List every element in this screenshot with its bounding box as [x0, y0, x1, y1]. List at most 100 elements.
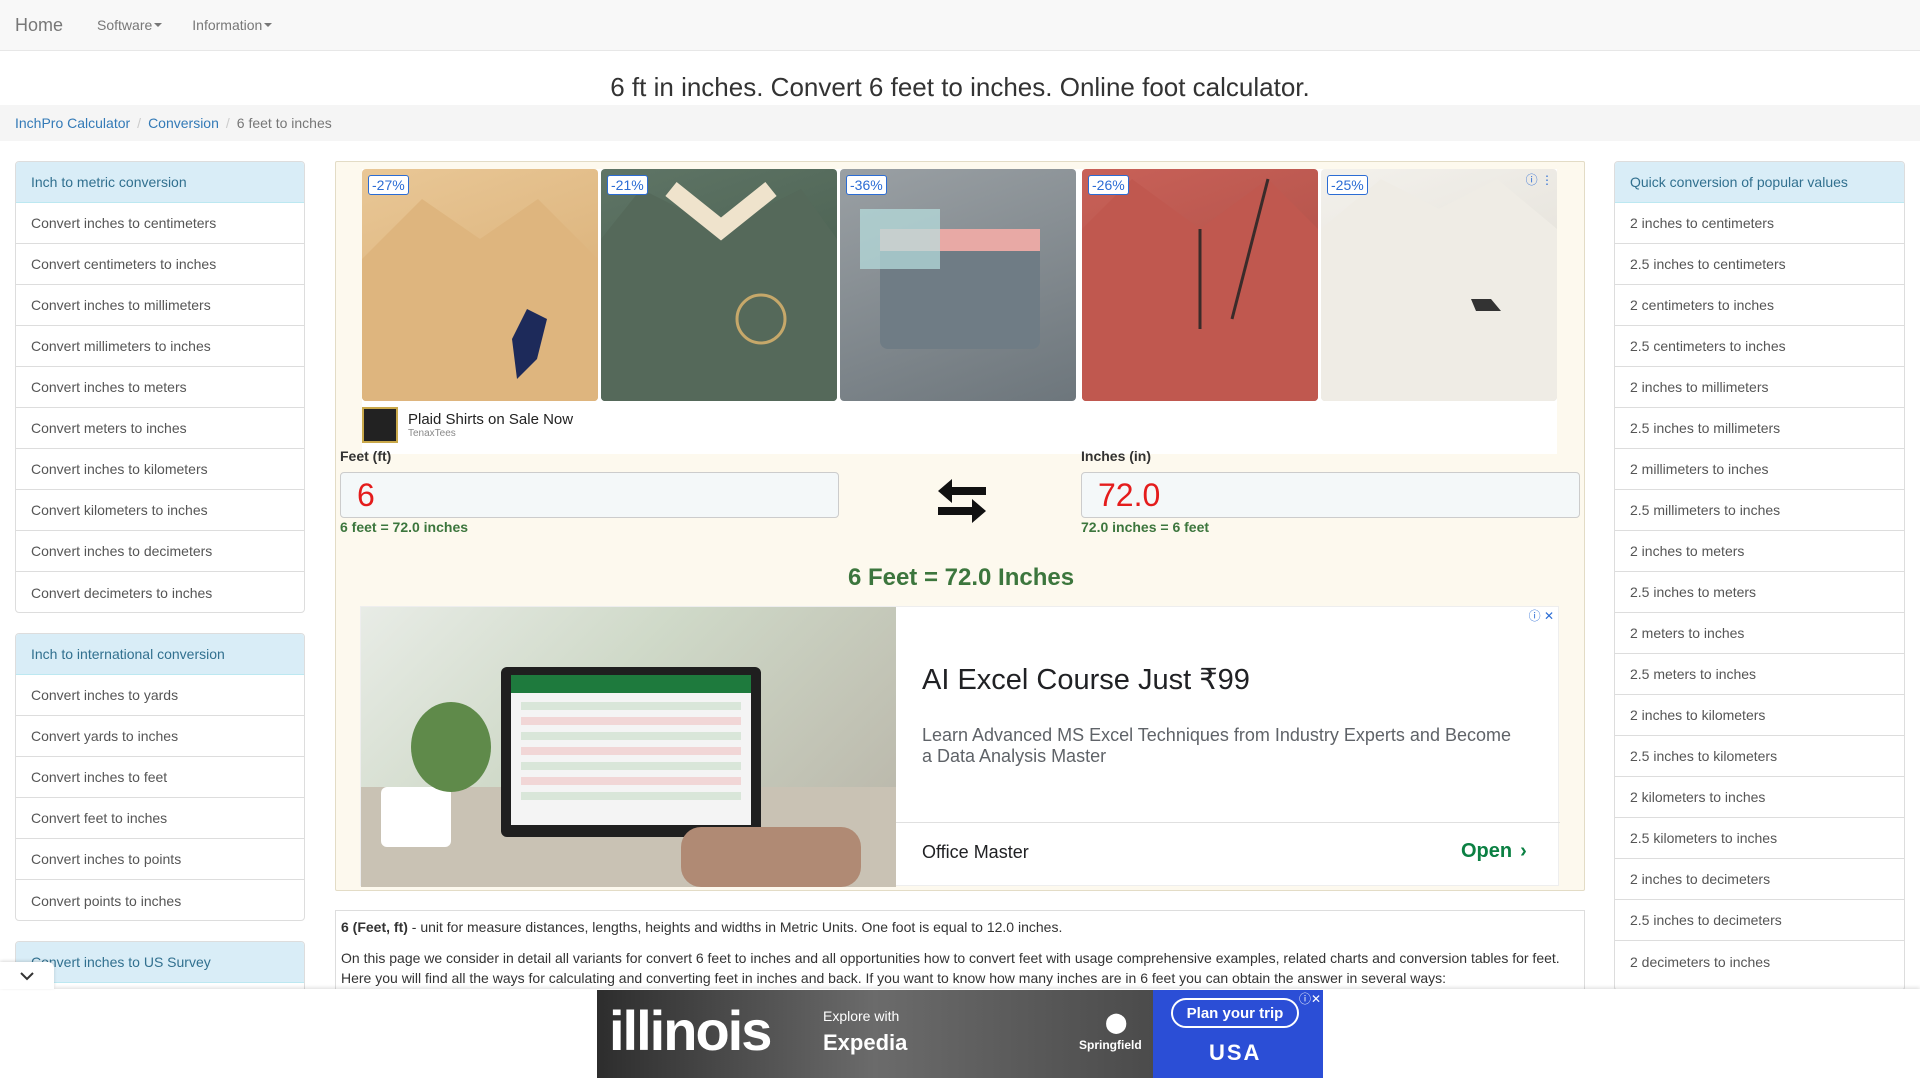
open-button[interactable]: Open › [1461, 840, 1527, 863]
list-item[interactable]: 2 centimeters to inches [1615, 285, 1904, 326]
list-item[interactable]: 2.5 inches to meters [1615, 572, 1904, 613]
breadcrumb: InchPro Calculator / Conversion / 6 feet… [0, 105, 1920, 141]
excel-course-ad[interactable]: AI Excel Course Just ₹99 Learn Advanced … [360, 606, 1560, 887]
metric-conversion-panel: Inch to metric conversion Convert inches… [15, 161, 305, 613]
chevron-down-icon [20, 971, 34, 980]
list-item[interactable]: 2 inches to millimeters [1615, 367, 1904, 408]
description-paragraph: On this page we consider in detail all v… [341, 950, 1560, 986]
popular-values-panel: Quick conversion of popular values 2 inc… [1614, 161, 1905, 991]
list-item[interactable]: 2 meters to inches [1615, 613, 1904, 654]
illinois-ad[interactable]: illinois Explore with Expedia Springfiel… [597, 990, 1323, 1078]
discount-badge: -25% [1327, 175, 1368, 195]
list-item[interactable]: Convert inches to decimeters [16, 531, 304, 572]
ad-footer[interactable]: Plaid Shirts on Sale Now TenaxTees [362, 405, 962, 445]
list-item[interactable]: Convert meters to inches [16, 408, 304, 449]
open-button-label: Open [1461, 840, 1513, 862]
product-image[interactable]: -25% [1321, 169, 1557, 401]
ad-title[interactable]: Plaid Shirts on Sale Now [408, 411, 573, 428]
product-ad[interactable]: -27% -21% -36% -26% -25% ⓘ ⋮ Plaid Shirt… [362, 169, 1557, 454]
breadcrumb-separator: / [137, 115, 142, 131]
feet-input[interactable]: 6 [340, 472, 839, 518]
location-pin-icon: ⬤ [1105, 1012, 1128, 1034]
tshirt-image [1321, 179, 1557, 401]
list-item[interactable]: 2.5 meters to inches [1615, 654, 1904, 695]
list-item[interactable]: 2.5 millimeters to inches [1615, 490, 1904, 531]
caret-down-icon [154, 23, 163, 27]
inches-label: Inches (in) [1081, 448, 1152, 464]
advertiser-logo [362, 407, 398, 443]
description-term: 6 (Feet, ft) [341, 919, 408, 935]
list-item[interactable]: Convert points to inches [16, 880, 304, 920]
swap-icon[interactable] [934, 475, 990, 527]
converter-box: -27% -21% -36% -26% -25% ⓘ ⋮ Plaid Shirt… [335, 161, 1585, 891]
list-item[interactable]: 2 millimeters to inches [1615, 449, 1904, 490]
list-item[interactable]: Convert inches to feet [16, 757, 304, 798]
software-menu[interactable]: Software [97, 17, 163, 33]
product-image[interactable]: -26% [1082, 169, 1318, 401]
list-item[interactable]: 2.5 centimeters to inches [1615, 326, 1904, 367]
list-item[interactable]: 2 inches to decimeters [1615, 859, 1904, 900]
list-item[interactable]: 2.5 inches to millimeters [1615, 408, 1904, 449]
navbar: Home Software Information [0, 0, 1920, 51]
inches-input[interactable]: 72.0 [1081, 472, 1580, 518]
illinois-logo: illinois [609, 999, 772, 1062]
list-item[interactable]: Convert kilometers to inches [16, 490, 304, 531]
list-item[interactable]: Convert centimeters to inches [16, 244, 304, 285]
divider [896, 822, 1560, 823]
list-item[interactable]: 2 inches to meters [1615, 531, 1904, 572]
panel-heading: Quick conversion of popular values [1615, 162, 1904, 203]
ad-footer-text: Plaid Shirts on Sale Now TenaxTees [408, 411, 573, 439]
chevron-right-icon: › [1520, 840, 1527, 862]
list-item[interactable]: Convert inches to yards [16, 675, 304, 716]
ad-left: illinois Explore with Expedia Springfiel… [597, 990, 1153, 1078]
discount-badge: -27% [368, 175, 409, 195]
list-item[interactable]: Convert feet to inches [16, 798, 304, 839]
list-item[interactable]: 2 inches to centimeters [1615, 203, 1904, 244]
list-item[interactable]: Convert inches to meters [16, 367, 304, 408]
list-item[interactable]: 2.5 inches to decimeters [1615, 900, 1904, 941]
international-conversion-panel: Inch to international conversion Convert… [15, 633, 305, 921]
list-item[interactable]: Convert millimeters to inches [16, 326, 304, 367]
discount-badge: -21% [607, 175, 648, 195]
list-item[interactable]: Convert inches to centimeters [16, 203, 304, 244]
discount-badge: -26% [1088, 175, 1129, 195]
information-menu[interactable]: Information [192, 17, 273, 33]
product-image[interactable]: -27% [362, 169, 598, 401]
list-item[interactable]: 2 inches to kilometers [1615, 695, 1904, 736]
home-link[interactable]: Home [15, 15, 63, 36]
list-item[interactable]: Convert decimeters to inches [16, 572, 304, 612]
collapse-ad-button[interactable] [0, 962, 54, 989]
information-menu-label: Information [192, 17, 263, 33]
ad-brand: Office Master [922, 842, 1029, 862]
description-paragraph: 6 (Feet, ft) - unit for measure distance… [341, 917, 1579, 937]
ad-info-icon[interactable]: ⓘ ⋮ [1526, 171, 1553, 188]
plan-trip-button[interactable]: Plan your trip [1171, 998, 1299, 1028]
expedia-logo: Expedia [823, 1030, 908, 1055]
breadcrumb-current: 6 feet to inches [236, 115, 332, 131]
underwear-image [860, 209, 1040, 349]
list-item[interactable]: 2.5 inches to kilometers [1615, 736, 1904, 777]
list-item[interactable]: 2 decimeters to inches [1615, 941, 1904, 982]
list-item[interactable]: Convert inches to millimeters [16, 285, 304, 326]
list-item[interactable]: Convert inches to kilometers [16, 449, 304, 490]
ad-close-icon[interactable]: ⓘ✕ [1298, 990, 1321, 1007]
list-item[interactable]: 2.5 kilometers to inches [1615, 818, 1904, 859]
product-image[interactable]: -36% [840, 169, 1076, 401]
breadcrumb-conversion[interactable]: Conversion [148, 115, 219, 131]
breadcrumb-home[interactable]: InchPro Calculator [15, 115, 130, 131]
ad-close-icon[interactable]: ⓘ ✕ [1529, 607, 1554, 624]
list-item[interactable]: 2 kilometers to inches [1615, 777, 1904, 818]
polo-shirt-image [362, 199, 598, 401]
ad-headline[interactable]: AI Excel Course Just ₹99 [922, 662, 1250, 697]
discount-badge: -36% [846, 175, 887, 195]
panel-heading: Convert inches to US Survey [16, 942, 304, 983]
list-item[interactable]: Convert inches to points [16, 839, 304, 880]
ad-description: Learn Advanced MS Excel Techniques from … [922, 725, 1511, 766]
list-item[interactable]: Convert yards to inches [16, 716, 304, 757]
polo-shirt-image [601, 181, 837, 401]
product-image[interactable]: -21% [601, 169, 837, 401]
list-item[interactable]: 2.5 inches to centimeters [1615, 244, 1904, 285]
ad-right: Plan your trip USA ⓘ✕ [1153, 990, 1323, 1078]
springfield-text: Springfield [1079, 1038, 1142, 1052]
panel-heading: Inch to metric conversion [16, 162, 304, 203]
